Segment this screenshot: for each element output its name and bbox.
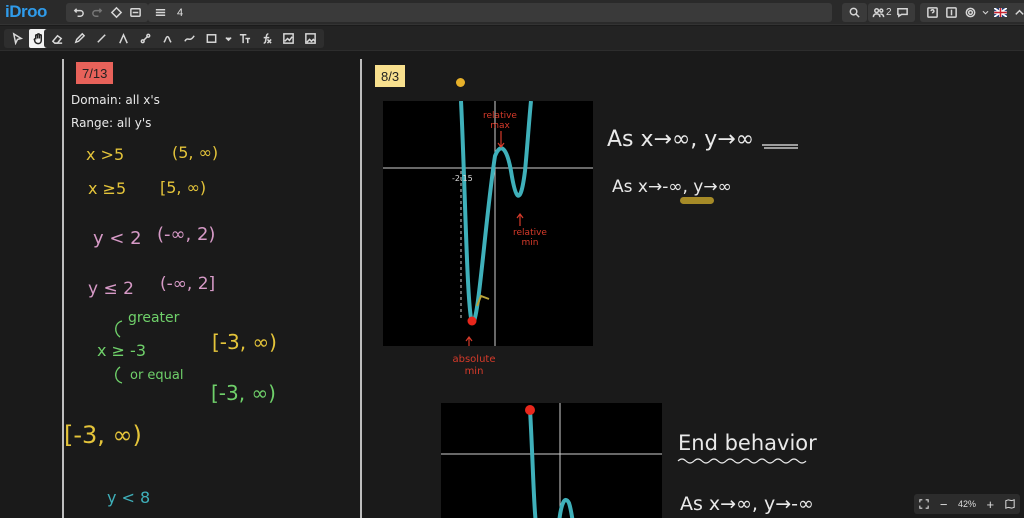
drawing-toolbar	[0, 26, 1024, 51]
view-group	[842, 3, 867, 22]
inequality-y-le-2: y ≤ 2	[88, 279, 134, 299]
end-behavior-title: End behavior	[678, 431, 817, 455]
draw-tools	[44, 29, 324, 48]
interval-neg-3-large: [-3, ∞)	[64, 421, 142, 449]
chat-icon[interactable]	[894, 4, 911, 21]
users-button[interactable]: 2	[872, 4, 892, 21]
inequality-y-lt-2: y < 2	[93, 228, 142, 249]
chevron-down-icon[interactable]	[981, 4, 990, 21]
present-icon[interactable]	[127, 4, 144, 21]
keyboard-icon[interactable]	[943, 4, 960, 21]
board-title-bar: 4	[148, 3, 832, 22]
pointer-dot	[456, 78, 465, 87]
interval-neg-3-green: [-3, ∞)	[211, 381, 276, 405]
interval-5-closed: [5, ∞)	[160, 178, 207, 197]
interval-neg-inf-2-open: (-∞, 2)	[157, 224, 216, 245]
image-tool-icon[interactable]	[301, 29, 320, 48]
app-logo[interactable]: iDroo	[5, 2, 47, 22]
range-text: Range: all y's	[71, 116, 152, 130]
label-absolute-min: absolute min	[452, 354, 496, 377]
zoom-in-icon[interactable]: +	[987, 497, 995, 512]
left-divider-line	[62, 59, 64, 518]
settings-group	[920, 3, 1024, 22]
zoom-search-icon[interactable]	[846, 4, 863, 21]
date-label-right: 8/3	[375, 65, 406, 87]
label-relative-min: relative min	[513, 228, 547, 248]
undo-icon[interactable]	[70, 4, 87, 21]
interval-neg-inf-2-closed: (-∞, 2]	[160, 274, 216, 294]
text-tool-icon[interactable]	[235, 29, 254, 48]
board-title[interactable]: 4	[177, 7, 183, 19]
settings-gear-icon[interactable]	[962, 4, 979, 21]
language-flag-icon[interactable]	[992, 4, 1009, 21]
fit-view-icon[interactable]	[108, 4, 125, 21]
label-relative-max: relative max	[483, 111, 517, 131]
zoom-controls: − 42% +	[914, 494, 1020, 514]
highlight-mark	[680, 197, 714, 204]
shape-dropdown-icon[interactable]	[224, 29, 232, 48]
users-icon	[872, 8, 885, 18]
inequality-x-ge-5: x ≥5	[88, 179, 127, 198]
graph-tool-icon[interactable]	[279, 29, 298, 48]
rectangle-tool-icon[interactable]	[202, 29, 221, 48]
help-icon[interactable]	[924, 4, 941, 21]
inequality-y-lt-8: y < 8	[107, 488, 151, 507]
end-behavior-1a: As x→∞, y→∞	[607, 127, 755, 152]
history-group	[66, 3, 148, 22]
map-icon[interactable]	[1004, 499, 1015, 509]
connector-tool-icon[interactable]	[136, 29, 155, 48]
underline-infinity	[762, 144, 798, 149]
zoom-level[interactable]: 42%	[958, 499, 976, 509]
collab-group: 2	[868, 3, 915, 22]
end-behavior-2: As x→∞, y→-∞	[680, 493, 814, 515]
interval-neg-3-yellow: [-3, ∞)	[212, 330, 277, 354]
graph-quartic-2	[441, 403, 662, 518]
fullscreen-icon[interactable]	[919, 499, 929, 509]
users-count: 2	[886, 7, 892, 18]
end-behavior-1b: As x→-∞, y→∞	[612, 177, 732, 197]
graph-quartic-1	[383, 101, 593, 346]
eraser-tool-icon[interactable]	[48, 29, 67, 48]
date-label-left: 7/13	[76, 62, 114, 84]
select-tool-icon[interactable]	[8, 29, 27, 48]
greater-equal-arrows	[115, 320, 123, 384]
zoom-out-icon[interactable]: −	[940, 497, 948, 512]
domain-text: Domain: all x's	[71, 93, 160, 107]
whiteboard-canvas[interactable]: 7/13 Domain: all x's Range: all y's x >5…	[0, 51, 1024, 518]
interval-5-open: (5, ∞)	[172, 143, 219, 162]
collapse-icon[interactable]	[1011, 4, 1024, 21]
line-tool-icon[interactable]	[92, 29, 111, 48]
middle-divider-line	[360, 59, 362, 518]
inequality-x-gt-5: x >5	[86, 145, 125, 164]
brush-tool-icon[interactable]	[158, 29, 177, 48]
pen-tool-icon[interactable]	[70, 29, 89, 48]
menu-icon[interactable]	[152, 4, 169, 21]
tick-label-neg-2-15: -2.15	[452, 174, 473, 183]
smooth-line-tool-icon[interactable]	[180, 29, 199, 48]
top-bar: iDroo 4 2	[0, 0, 1024, 25]
formula-tool-icon[interactable]	[257, 29, 276, 48]
arrow-tool-icon[interactable]	[114, 29, 133, 48]
redo-icon[interactable]	[89, 4, 106, 21]
wavy-underline	[677, 458, 807, 464]
